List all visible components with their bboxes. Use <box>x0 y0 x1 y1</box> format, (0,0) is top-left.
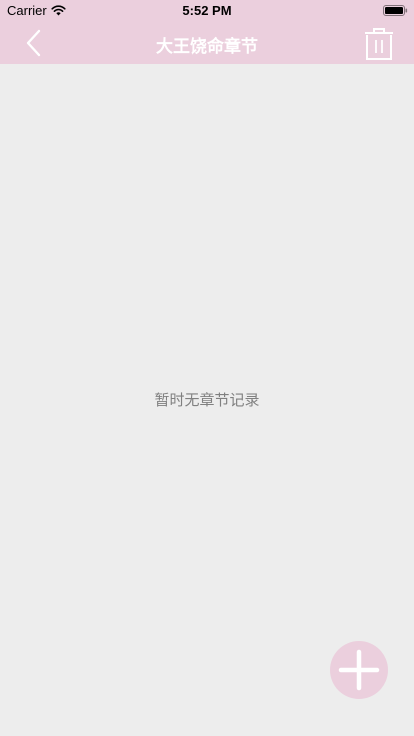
battery-icon <box>383 5 408 16</box>
plus-icon <box>338 649 380 691</box>
delete-button[interactable] <box>362 26 396 62</box>
trash-icon <box>365 28 393 60</box>
status-bar: Carrier 5:52 PM <box>0 0 414 22</box>
clock-time: 5:52 PM <box>182 3 232 18</box>
page-title: 大王饶命章节 <box>156 37 258 57</box>
navigation-bar: 大王饶命章节 <box>0 22 414 64</box>
screen: Carrier 5:52 PM 大王饶命章节 暂时无章节记录 <box>0 0 414 736</box>
empty-state-message: 暂时无章节记录 <box>154 391 260 409</box>
add-chapter-button[interactable] <box>330 641 388 699</box>
